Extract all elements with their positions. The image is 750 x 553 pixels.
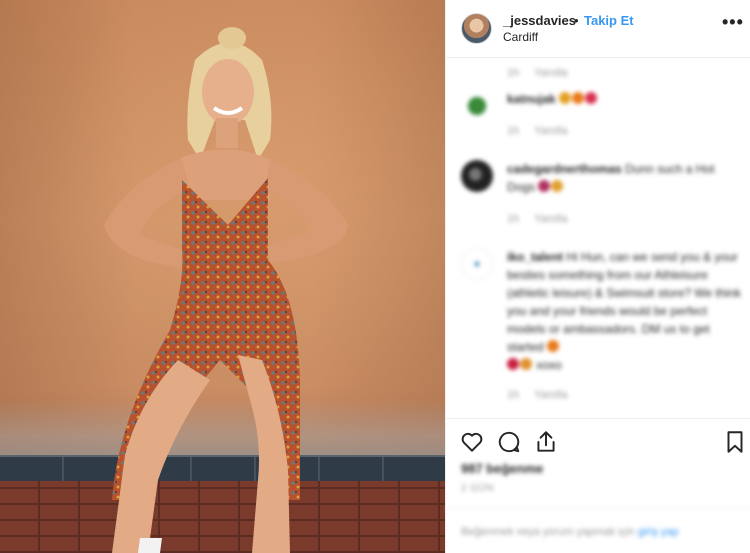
post-panel: _jessdavies • Takip Et Cardiff ••• 1h Ya… <box>445 0 750 553</box>
post-photo[interactable] <box>0 0 445 553</box>
comment-list[interactable]: 1h Yanıtla katnujak 1h Yanıtla cadegardn… <box>446 58 750 418</box>
reply-button[interactable]: Yanıtla <box>534 213 567 225</box>
comment-meta: 1h Yanıtla <box>507 64 742 82</box>
comment-meta: 1h Yanıtla <box>507 210 742 228</box>
comment-login-prompt: Beğenmek veya yorum yapmak için giriş ya… <box>446 508 750 553</box>
emoji-icon <box>520 358 532 370</box>
comment-time: 1h <box>507 389 520 401</box>
emoji-icon <box>538 180 551 192</box>
heart-icon[interactable] <box>459 429 485 455</box>
more-options-icon[interactable]: ••• <box>722 13 744 37</box>
post-location[interactable]: Cardiff <box>503 30 538 44</box>
reply-button[interactable]: Yanıtla <box>534 389 567 401</box>
comment-time: 1h <box>507 125 520 137</box>
heart-emoji-icon <box>585 92 598 104</box>
comment-username[interactable]: cadegardnerthomas <box>507 162 622 176</box>
comment-meta: 1h Yanıtla <box>507 386 742 404</box>
comment-avatar[interactable] <box>461 90 493 122</box>
photo-subject <box>104 27 348 553</box>
bookmark-icon[interactable] <box>722 429 748 455</box>
comment-icon[interactable] <box>496 429 522 455</box>
login-link[interactable]: giriş yap <box>638 526 679 538</box>
emoji-icon <box>547 340 560 352</box>
emoji-icon <box>507 358 519 370</box>
comment-text: Hi Hun, can we send you & your besties s… <box>507 250 741 354</box>
comment-meta: 1h Yanıtla <box>507 122 742 140</box>
login-hint-text: Beğenmek veya yorum yapmak için <box>461 526 635 538</box>
emoji-icon <box>551 180 564 192</box>
action-bar: 987 beğenme 2 GÜN <box>446 418 750 508</box>
comment-avatar[interactable] <box>461 160 493 192</box>
login-hint: Beğenmek veya yorum yapmak için giriş ya… <box>461 526 679 538</box>
avatar[interactable] <box>461 13 492 44</box>
emoji-icon <box>572 92 585 104</box>
post-header: _jessdavies • Takip Et Cardiff ••• <box>446 0 750 58</box>
comment-avatar[interactable] <box>461 248 493 280</box>
follow-button[interactable]: Takip Et <box>584 13 634 28</box>
comment-time: 1h <box>507 213 520 225</box>
reply-button[interactable]: Yanıtla <box>534 125 567 137</box>
post-username[interactable]: _jessdavies <box>503 13 576 28</box>
comment-username[interactable]: katnujak <box>507 92 556 106</box>
post-time: 2 GÜN <box>461 483 495 494</box>
comment-username[interactable]: iko_talent <box>507 250 563 264</box>
comment-time: 1h <box>507 67 520 79</box>
separator-dot: • <box>574 13 579 28</box>
reply-button[interactable]: Yanıtla <box>534 67 567 79</box>
comment-text-tail: xoxo <box>536 358 562 372</box>
like-count[interactable]: 987 beğenme <box>461 461 543 476</box>
share-icon[interactable] <box>533 429 559 455</box>
emoji-icon <box>559 92 572 104</box>
